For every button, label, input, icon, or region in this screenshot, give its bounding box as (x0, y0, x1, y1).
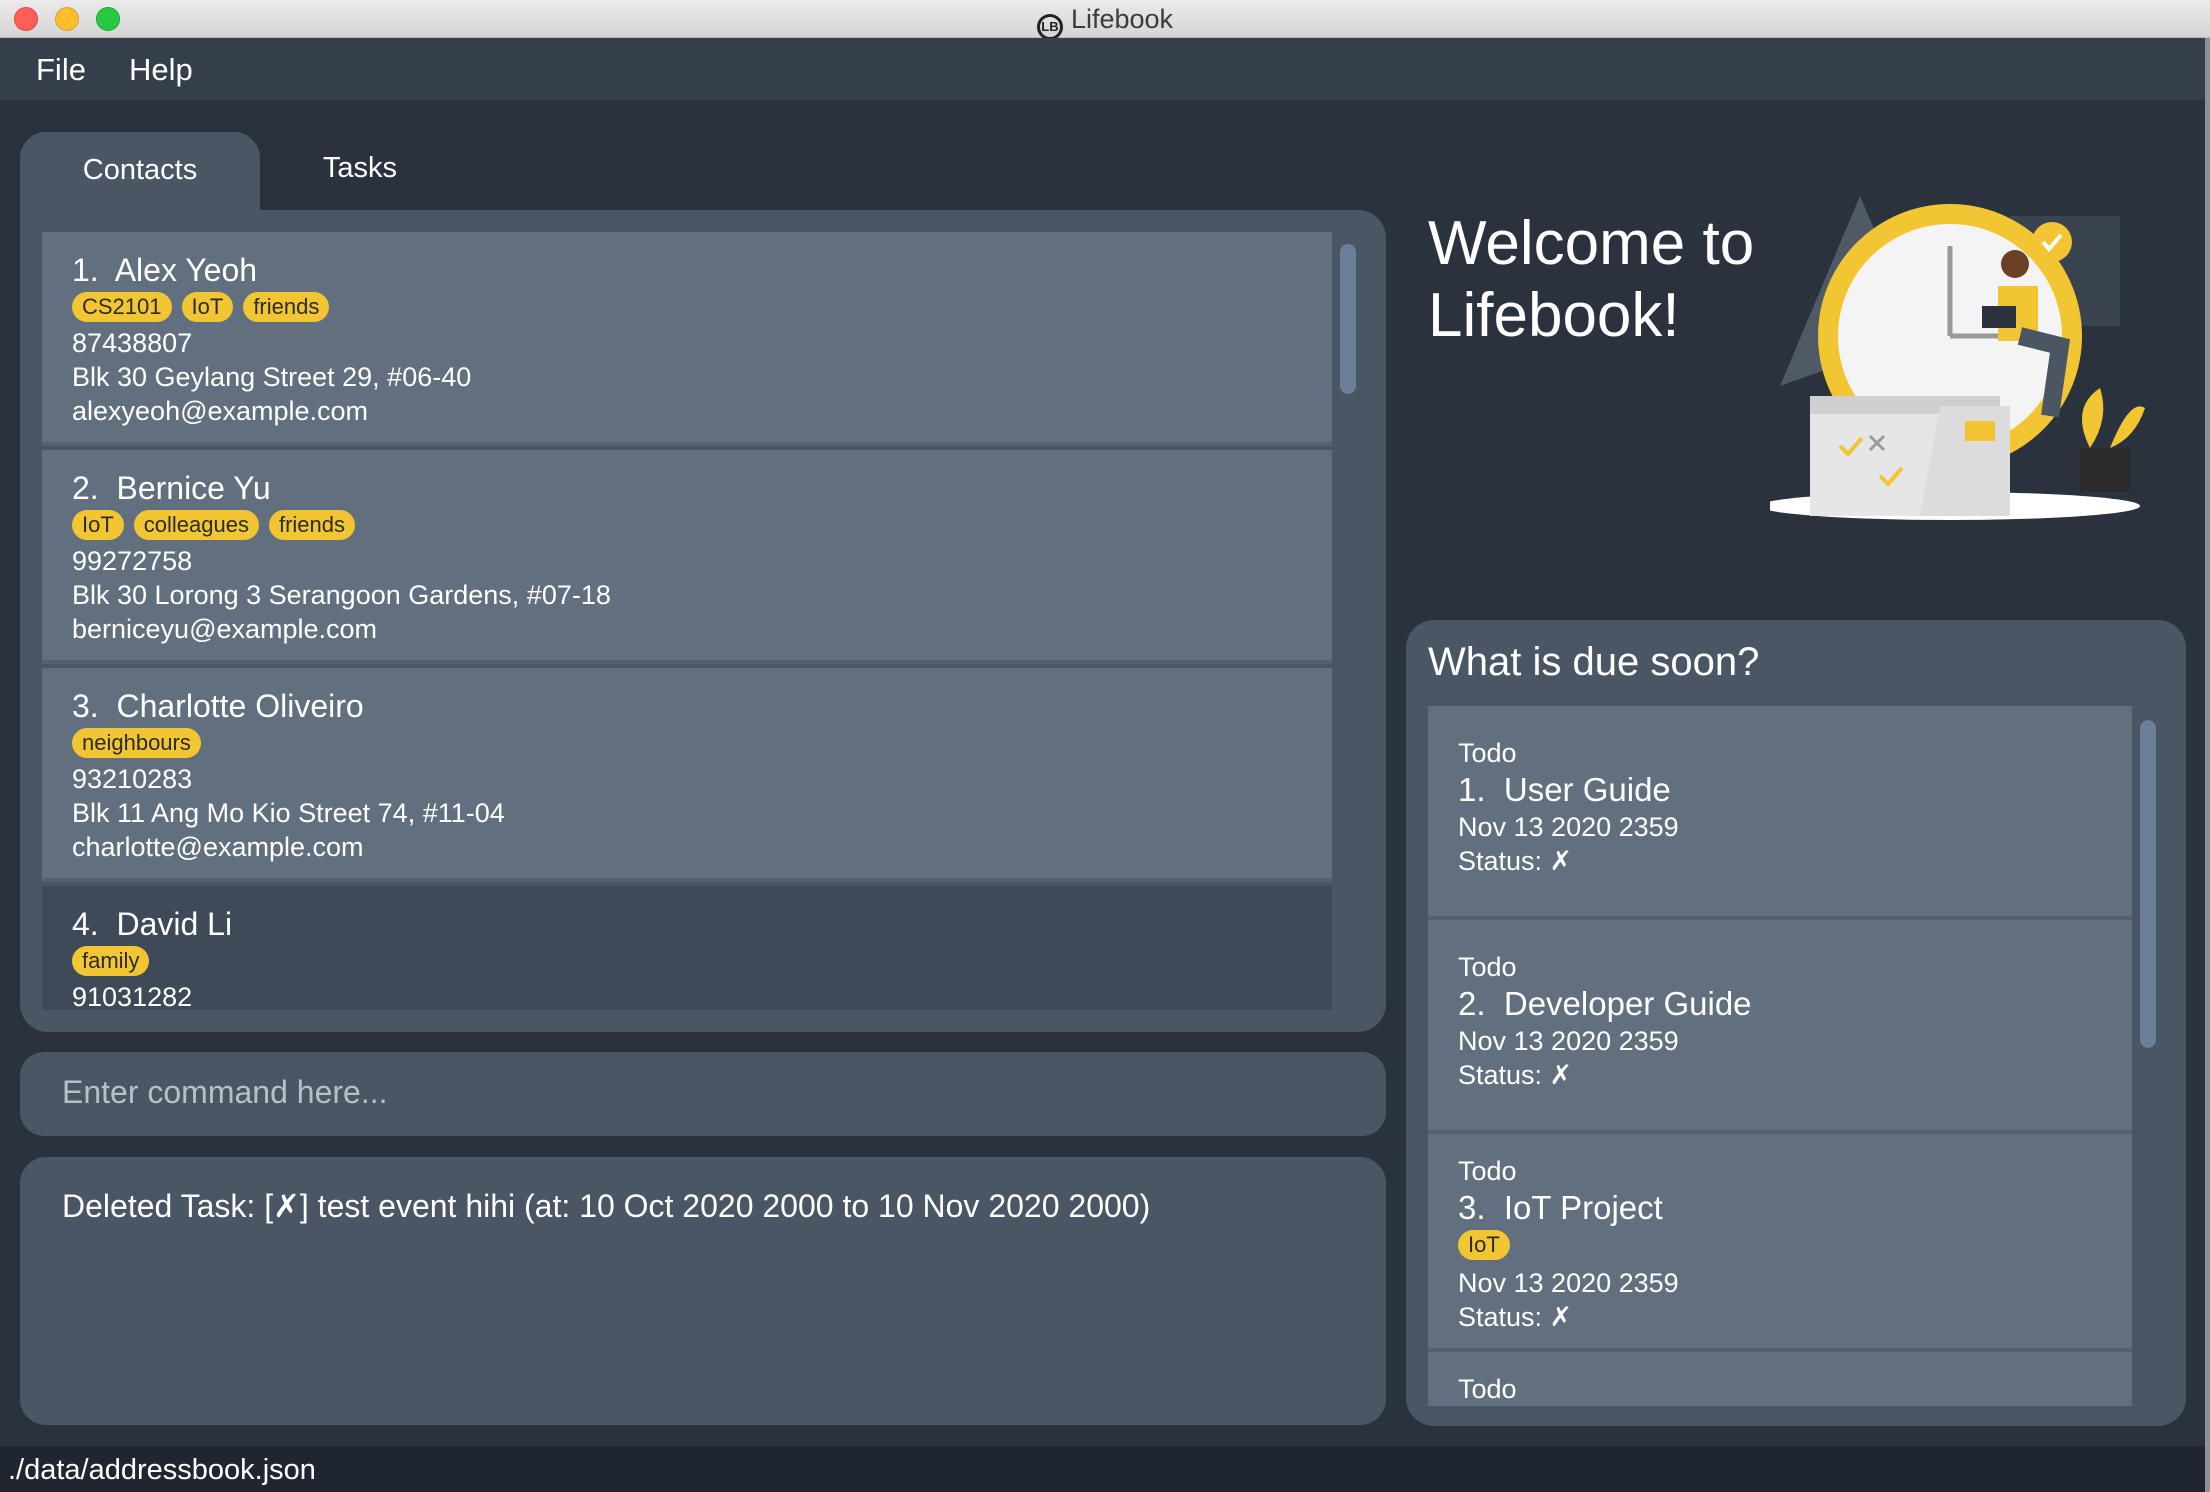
contact-list[interactable]: 1. Alex Yeoh CS2101 IoT friends 87438807 B… (42, 232, 1332, 1010)
contact-name-text: Bernice Yu (116, 470, 271, 506)
task-name: 2. Developer Guide (1458, 984, 2102, 1024)
menu-help[interactable]: Help (129, 52, 193, 88)
task-name: 1. User Guide (1458, 770, 2102, 810)
task-name: 3. IoT Project (1458, 1188, 2102, 1228)
tag-badge: CS2101 (72, 292, 172, 322)
contact-tags: family (72, 946, 1302, 980)
contact-tags: CS2101 IoT friends (72, 292, 1302, 326)
contact-email: alexyeoh@example.com (72, 396, 369, 426)
tag-badge: family (72, 946, 150, 976)
menu-bar: File Help (0, 38, 2205, 100)
task-date: Nov 13 2020 2359 (1458, 1026, 1679, 1056)
contact-name-text: David Li (116, 906, 233, 942)
due-soon-panel: What is due soon? Todo 1. User Guide Nov… (1406, 620, 2186, 1426)
contact-card[interactable]: 1. Alex Yeoh CS2101 IoT friends 87438807 B… (42, 232, 1332, 446)
task-status: Status: ✗ (1458, 846, 1573, 876)
app-logo-icon: LB (1036, 14, 1063, 40)
result-text: Deleted Task: [✗] test event hihi (at: 1… (62, 1188, 1151, 1224)
task-card[interactable]: Todo 2. Developer Guide Nov 13 2020 2359… (1428, 920, 2132, 1134)
contact-index: 3. (72, 688, 99, 724)
task-index: 2. (1458, 985, 1486, 1022)
command-placeholder: Enter command here... (62, 1074, 388, 1110)
task-name-text: IoT Project (1503, 1189, 1663, 1226)
tab-contacts[interactable]: Contacts (20, 132, 260, 212)
contact-card[interactable]: 2. Bernice Yu IoT colleagues friends 99272… (42, 450, 1332, 664)
contact-name-text: Alex Yeoh (114, 252, 258, 288)
task-card[interactable]: Todo 1. User Guide Nov 13 2020 2359 Stat… (1428, 706, 2132, 920)
task-index: 3. (1458, 1189, 1486, 1226)
welcome-line-2: Lifebook! (1428, 281, 1680, 350)
window-title-text: Lifebook (1070, 4, 1174, 34)
lifebook-window: LB Lifebook File Help Contacts Tasks 1. A… (0, 0, 2210, 1492)
tag-badge: IoT (1458, 1230, 1510, 1260)
contact-name: 1. Alex Yeoh (72, 250, 1302, 290)
task-status: Status: ✗ (1458, 1302, 1573, 1332)
contacts-panel: 1. Alex Yeoh CS2101 IoT friends 87438807 B… (20, 210, 1386, 1032)
contact-name: 4. David Li (72, 904, 1302, 944)
due-task-list-scrollbar[interactable] (2140, 720, 2156, 1048)
tag-badge: neighbours (72, 728, 201, 758)
contact-phone: 99272758 (72, 546, 193, 576)
task-card[interactable]: Todo (1428, 1352, 2132, 1406)
command-input[interactable]: Enter command here... (20, 1052, 1386, 1136)
contact-card-selected[interactable]: 4. David Li family 91031282 (42, 886, 1332, 1010)
contact-address: Blk 30 Lorong 3 Serangoon Gardens, #07-1… (72, 580, 611, 610)
tag-badge: IoT (181, 292, 234, 322)
task-name-text: Developer Guide (1503, 985, 1752, 1022)
task-type: Todo (1458, 1374, 1517, 1404)
tag-badge: friends (268, 510, 356, 540)
contact-address: Blk 11 Ang Mo Kio Street 74, #11-04 (72, 798, 505, 828)
title-bar: LB Lifebook (0, 0, 2210, 40)
contact-phone: 87438807 (72, 328, 193, 358)
welcome-message: Welcome to Lifebook! (1428, 208, 1754, 352)
contact-list-scrollbar[interactable] (1340, 244, 1356, 394)
contact-email: berniceyu@example.com (72, 614, 378, 644)
contact-email: charlotte@example.com (72, 832, 364, 862)
task-name-text: User Guide (1503, 771, 1671, 808)
tag-badge: colleagues (133, 510, 259, 540)
clock-calendar-illustration (1770, 196, 2145, 520)
tag-badge: IoT (72, 510, 124, 540)
task-card[interactable]: Todo 3. IoT Project IoT Nov 13 2020 2359… (1428, 1134, 2132, 1352)
contact-name-text: Charlotte Oliveiro (116, 688, 364, 724)
contact-address: Blk 30 Geylang Street 29, #06-40 (72, 362, 472, 392)
task-type: Todo (1458, 1156, 1517, 1186)
contact-name: 2. Bernice Yu (72, 468, 1302, 508)
contact-index: 1. (72, 252, 99, 288)
window-title: LB Lifebook (0, 4, 2210, 40)
due-task-list[interactable]: Todo 1. User Guide Nov 13 2020 2359 Stat… (1428, 706, 2132, 1406)
welcome-line-1: Welcome to (1428, 209, 1755, 278)
result-display: Deleted Task: [✗] test event hihi (at: 1… (20, 1157, 1386, 1425)
task-date: Nov 13 2020 2359 (1458, 1268, 1679, 1298)
task-tags: IoT (1458, 1230, 2102, 1266)
menu-file[interactable]: File (36, 52, 86, 88)
contact-card[interactable]: 3. Charlotte Oliveiro neighbours 9321028… (42, 668, 1332, 882)
task-index: 1. (1458, 771, 1486, 808)
due-soon-title: What is due soon? (1428, 640, 1760, 684)
save-location-path: ./data/addressbook.json (8, 1454, 316, 1486)
tag-badge: friends (243, 292, 330, 322)
contact-phone: 91031282 (72, 982, 193, 1010)
task-date: Nov 13 2020 2359 (1458, 812, 1679, 842)
task-type: Todo (1458, 952, 1517, 982)
contact-index: 4. (72, 906, 99, 942)
contact-index: 2. (72, 470, 99, 506)
status-bar: ./data/addressbook.json (0, 1446, 2205, 1492)
contact-phone: 93210283 (72, 764, 193, 794)
contact-tags: IoT colleagues friends (72, 510, 1302, 544)
tab-tasks[interactable]: Tasks (300, 152, 420, 185)
window-edge (2205, 38, 2210, 1492)
task-status: Status: ✗ (1458, 1060, 1573, 1090)
contact-name: 3. Charlotte Oliveiro (72, 686, 1302, 726)
task-type: Todo (1458, 738, 1517, 768)
contact-tags: neighbours (72, 728, 1302, 762)
